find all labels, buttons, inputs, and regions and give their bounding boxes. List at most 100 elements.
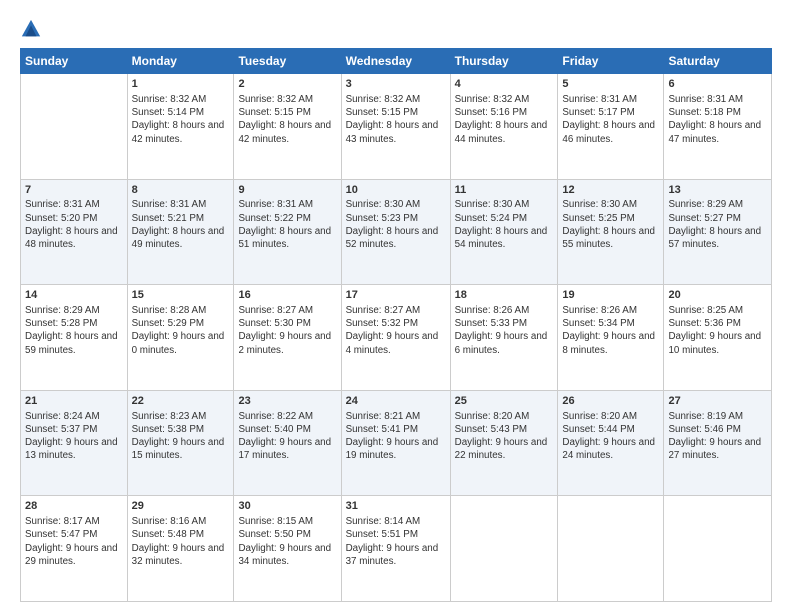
day-info: Sunrise: 8:32 AMSunset: 5:14 PMDaylight:… bbox=[132, 93, 230, 146]
day-info: Sunrise: 8:19 AMSunset: 5:46 PMDaylight:… bbox=[668, 410, 767, 463]
day-info: Sunrise: 8:28 AMSunset: 5:29 PMDaylight:… bbox=[132, 304, 230, 357]
day-cell: 26Sunrise: 8:20 AMSunset: 5:44 PMDayligh… bbox=[558, 390, 664, 496]
day-number: 11 bbox=[455, 183, 554, 198]
day-info: Sunrise: 8:31 AMSunset: 5:18 PMDaylight:… bbox=[668, 93, 767, 146]
day-number: 9 bbox=[238, 183, 336, 198]
day-cell: 24Sunrise: 8:21 AMSunset: 5:41 PMDayligh… bbox=[341, 390, 450, 496]
week-row-0: 1Sunrise: 8:32 AMSunset: 5:14 PMDaylight… bbox=[21, 74, 772, 180]
day-cell: 18Sunrise: 8:26 AMSunset: 5:33 PMDayligh… bbox=[450, 285, 558, 391]
week-row-2: 14Sunrise: 8:29 AMSunset: 5:28 PMDayligh… bbox=[21, 285, 772, 391]
day-number: 27 bbox=[668, 394, 767, 409]
day-number: 6 bbox=[668, 77, 767, 92]
day-info: Sunrise: 8:21 AMSunset: 5:41 PMDaylight:… bbox=[346, 410, 446, 463]
day-cell: 15Sunrise: 8:28 AMSunset: 5:29 PMDayligh… bbox=[127, 285, 234, 391]
day-cell: 22Sunrise: 8:23 AMSunset: 5:38 PMDayligh… bbox=[127, 390, 234, 496]
day-number: 18 bbox=[455, 288, 554, 303]
day-cell: 23Sunrise: 8:22 AMSunset: 5:40 PMDayligh… bbox=[234, 390, 341, 496]
weekday-wednesday: Wednesday bbox=[341, 49, 450, 74]
day-cell: 29Sunrise: 8:16 AMSunset: 5:48 PMDayligh… bbox=[127, 496, 234, 602]
day-cell bbox=[450, 496, 558, 602]
day-info: Sunrise: 8:22 AMSunset: 5:40 PMDaylight:… bbox=[238, 410, 336, 463]
day-info: Sunrise: 8:16 AMSunset: 5:48 PMDaylight:… bbox=[132, 515, 230, 568]
day-cell: 20Sunrise: 8:25 AMSunset: 5:36 PMDayligh… bbox=[664, 285, 772, 391]
day-cell: 19Sunrise: 8:26 AMSunset: 5:34 PMDayligh… bbox=[558, 285, 664, 391]
day-number: 12 bbox=[562, 183, 659, 198]
day-cell: 5Sunrise: 8:31 AMSunset: 5:17 PMDaylight… bbox=[558, 74, 664, 180]
day-number: 1 bbox=[132, 77, 230, 92]
day-info: Sunrise: 8:27 AMSunset: 5:32 PMDaylight:… bbox=[346, 304, 446, 357]
day-number: 28 bbox=[25, 499, 123, 514]
weekday-row: SundayMondayTuesdayWednesdayThursdayFrid… bbox=[21, 49, 772, 74]
day-number: 22 bbox=[132, 394, 230, 409]
weekday-thursday: Thursday bbox=[450, 49, 558, 74]
week-row-1: 7Sunrise: 8:31 AMSunset: 5:20 PMDaylight… bbox=[21, 179, 772, 285]
day-number: 13 bbox=[668, 183, 767, 198]
weekday-saturday: Saturday bbox=[664, 49, 772, 74]
day-info: Sunrise: 8:14 AMSunset: 5:51 PMDaylight:… bbox=[346, 515, 446, 568]
day-info: Sunrise: 8:20 AMSunset: 5:43 PMDaylight:… bbox=[455, 410, 554, 463]
day-number: 4 bbox=[455, 77, 554, 92]
day-cell: 30Sunrise: 8:15 AMSunset: 5:50 PMDayligh… bbox=[234, 496, 341, 602]
day-info: Sunrise: 8:27 AMSunset: 5:30 PMDaylight:… bbox=[238, 304, 336, 357]
day-number: 24 bbox=[346, 394, 446, 409]
day-info: Sunrise: 8:25 AMSunset: 5:36 PMDaylight:… bbox=[668, 304, 767, 357]
calendar: SundayMondayTuesdayWednesdayThursdayFrid… bbox=[20, 48, 772, 602]
day-number: 26 bbox=[562, 394, 659, 409]
day-cell: 1Sunrise: 8:32 AMSunset: 5:14 PMDaylight… bbox=[127, 74, 234, 180]
logo-icon bbox=[20, 18, 42, 40]
day-number: 15 bbox=[132, 288, 230, 303]
week-row-3: 21Sunrise: 8:24 AMSunset: 5:37 PMDayligh… bbox=[21, 390, 772, 496]
day-cell: 27Sunrise: 8:19 AMSunset: 5:46 PMDayligh… bbox=[664, 390, 772, 496]
day-cell bbox=[664, 496, 772, 602]
day-info: Sunrise: 8:31 AMSunset: 5:17 PMDaylight:… bbox=[562, 93, 659, 146]
day-number: 16 bbox=[238, 288, 336, 303]
day-info: Sunrise: 8:24 AMSunset: 5:37 PMDaylight:… bbox=[25, 410, 123, 463]
day-cell: 6Sunrise: 8:31 AMSunset: 5:18 PMDaylight… bbox=[664, 74, 772, 180]
day-cell: 31Sunrise: 8:14 AMSunset: 5:51 PMDayligh… bbox=[341, 496, 450, 602]
day-number: 8 bbox=[132, 183, 230, 198]
day-info: Sunrise: 8:15 AMSunset: 5:50 PMDaylight:… bbox=[238, 515, 336, 568]
day-info: Sunrise: 8:31 AMSunset: 5:22 PMDaylight:… bbox=[238, 198, 336, 251]
day-cell: 17Sunrise: 8:27 AMSunset: 5:32 PMDayligh… bbox=[341, 285, 450, 391]
day-number: 5 bbox=[562, 77, 659, 92]
day-number: 3 bbox=[346, 77, 446, 92]
day-info: Sunrise: 8:30 AMSunset: 5:25 PMDaylight:… bbox=[562, 198, 659, 251]
day-number: 2 bbox=[238, 77, 336, 92]
day-info: Sunrise: 8:31 AMSunset: 5:20 PMDaylight:… bbox=[25, 198, 123, 251]
day-info: Sunrise: 8:20 AMSunset: 5:44 PMDaylight:… bbox=[562, 410, 659, 463]
day-info: Sunrise: 8:32 AMSunset: 5:15 PMDaylight:… bbox=[238, 93, 336, 146]
day-cell: 11Sunrise: 8:30 AMSunset: 5:24 PMDayligh… bbox=[450, 179, 558, 285]
day-cell: 21Sunrise: 8:24 AMSunset: 5:37 PMDayligh… bbox=[21, 390, 128, 496]
header bbox=[20, 18, 772, 40]
day-number: 21 bbox=[25, 394, 123, 409]
day-number: 17 bbox=[346, 288, 446, 303]
day-info: Sunrise: 8:26 AMSunset: 5:34 PMDaylight:… bbox=[562, 304, 659, 357]
day-cell bbox=[558, 496, 664, 602]
day-cell: 25Sunrise: 8:20 AMSunset: 5:43 PMDayligh… bbox=[450, 390, 558, 496]
day-cell: 9Sunrise: 8:31 AMSunset: 5:22 PMDaylight… bbox=[234, 179, 341, 285]
day-number: 31 bbox=[346, 499, 446, 514]
day-info: Sunrise: 8:31 AMSunset: 5:21 PMDaylight:… bbox=[132, 198, 230, 251]
day-info: Sunrise: 8:29 AMSunset: 5:28 PMDaylight:… bbox=[25, 304, 123, 357]
week-row-4: 28Sunrise: 8:17 AMSunset: 5:47 PMDayligh… bbox=[21, 496, 772, 602]
day-number: 14 bbox=[25, 288, 123, 303]
day-number: 19 bbox=[562, 288, 659, 303]
calendar-header: SundayMondayTuesdayWednesdayThursdayFrid… bbox=[21, 49, 772, 74]
day-info: Sunrise: 8:23 AMSunset: 5:38 PMDaylight:… bbox=[132, 410, 230, 463]
day-info: Sunrise: 8:32 AMSunset: 5:15 PMDaylight:… bbox=[346, 93, 446, 146]
day-cell: 4Sunrise: 8:32 AMSunset: 5:16 PMDaylight… bbox=[450, 74, 558, 180]
day-info: Sunrise: 8:26 AMSunset: 5:33 PMDaylight:… bbox=[455, 304, 554, 357]
day-cell: 3Sunrise: 8:32 AMSunset: 5:15 PMDaylight… bbox=[341, 74, 450, 180]
day-number: 10 bbox=[346, 183, 446, 198]
day-cell: 14Sunrise: 8:29 AMSunset: 5:28 PMDayligh… bbox=[21, 285, 128, 391]
day-cell: 10Sunrise: 8:30 AMSunset: 5:23 PMDayligh… bbox=[341, 179, 450, 285]
day-number: 30 bbox=[238, 499, 336, 514]
day-number: 7 bbox=[25, 183, 123, 198]
day-number: 23 bbox=[238, 394, 336, 409]
day-cell: 28Sunrise: 8:17 AMSunset: 5:47 PMDayligh… bbox=[21, 496, 128, 602]
day-number: 29 bbox=[132, 499, 230, 514]
day-cell: 2Sunrise: 8:32 AMSunset: 5:15 PMDaylight… bbox=[234, 74, 341, 180]
weekday-tuesday: Tuesday bbox=[234, 49, 341, 74]
day-cell: 13Sunrise: 8:29 AMSunset: 5:27 PMDayligh… bbox=[664, 179, 772, 285]
logo bbox=[20, 18, 46, 40]
